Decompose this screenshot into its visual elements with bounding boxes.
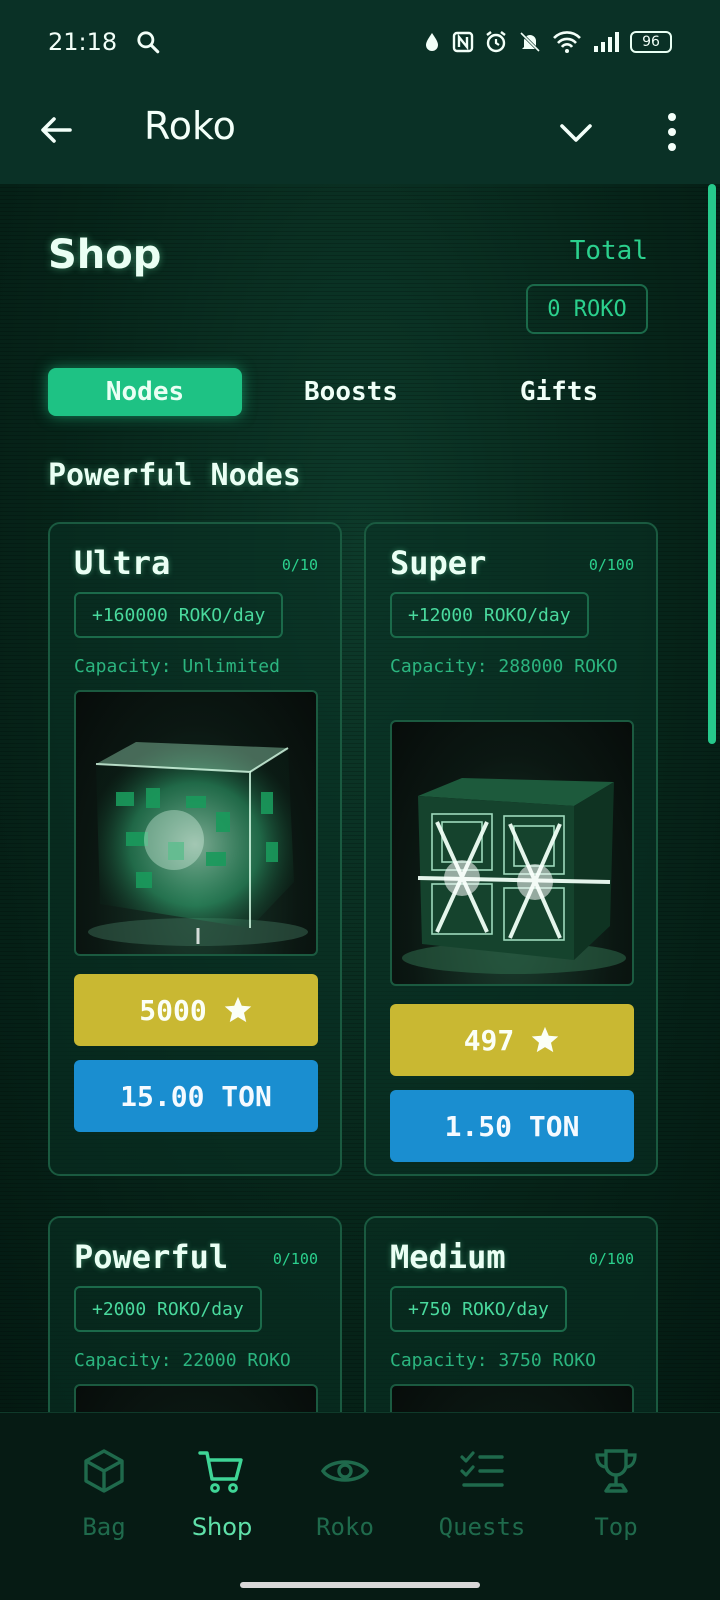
node-count: 0/100 xyxy=(272,1250,318,1268)
status-bar: 21:18 96 xyxy=(0,0,720,84)
tab-boosts[interactable]: Boosts xyxy=(254,368,448,416)
node-capacity: Capacity: 288000 ROKO xyxy=(390,656,618,677)
more-vert-icon[interactable] xyxy=(660,110,684,154)
battery-icon: 96 xyxy=(630,31,672,53)
buy-ton-button[interactable]: 1.50 TON xyxy=(390,1090,634,1162)
nav-item-quests[interactable]: Quests xyxy=(410,1413,554,1569)
wifi-icon xyxy=(553,31,581,53)
mute-icon xyxy=(519,31,541,53)
node-card-super: Super 0/100 +12000 ROKO/day Capacity: 28… xyxy=(364,522,658,1176)
node-rate: +12000 ROKO/day xyxy=(390,592,589,638)
node-count: 0/10 xyxy=(281,556,318,574)
tab-gifts[interactable]: Gifts xyxy=(462,368,656,416)
buy-stars-button[interactable]: 5000 xyxy=(74,974,318,1046)
gesture-bar xyxy=(0,1568,720,1600)
tab-nodes[interactable]: Nodes xyxy=(48,368,242,416)
node-card-medium: Medium 0/100 +750 ROKO/day Capacity: 375… xyxy=(364,1216,658,1412)
chevron-down-icon[interactable] xyxy=(556,112,596,152)
app-bar: Roko xyxy=(0,84,720,184)
node-image-ultra xyxy=(74,690,318,956)
star-icon xyxy=(224,996,251,1023)
node-card-ultra: Ultra 0/10 +160000 ROKO/day Capacity: Un… xyxy=(48,522,342,1176)
status-icons: 96 xyxy=(422,30,672,54)
cube-icon xyxy=(84,1449,124,1493)
app-title: Roko xyxy=(144,104,236,148)
signal-icon xyxy=(594,32,619,52)
node-image-powerful xyxy=(74,1384,318,1412)
node-capacity: Capacity: 3750 ROKO xyxy=(390,1350,596,1371)
battery-level: 96 xyxy=(642,34,660,50)
nav-label: Quests xyxy=(438,1513,526,1541)
eye-icon xyxy=(321,1460,369,1482)
node-rate: +750 ROKO/day xyxy=(390,1286,567,1332)
cart-icon xyxy=(198,1451,243,1493)
shop-content[interactable]: Shop Total 0 ROKO Nodes Boosts Gifts Pow… xyxy=(0,184,720,1412)
buy-ton-button[interactable]: 15.00 TON xyxy=(74,1060,318,1132)
nav-item-top[interactable]: Top xyxy=(544,1413,688,1569)
bottom-nav: Bag Shop Roko Quests Top xyxy=(0,1412,720,1568)
node-image-medium xyxy=(390,1384,634,1412)
stars-price: 5000 xyxy=(139,993,207,1027)
node-name: Powerful xyxy=(74,1238,229,1276)
checklist-icon xyxy=(460,1451,504,1487)
node-count: 0/100 xyxy=(588,1250,634,1268)
node-name: Medium xyxy=(390,1238,506,1276)
total-label: Total xyxy=(569,236,648,266)
node-count: 0/100 xyxy=(588,556,634,574)
tab-bar: Nodes Boosts Gifts xyxy=(48,368,664,416)
node-capacity: Capacity: Unlimited xyxy=(74,656,280,677)
section-title: Powerful Nodes xyxy=(48,458,301,493)
back-arrow-icon[interactable] xyxy=(36,110,76,150)
buy-stars-button[interactable]: 497 xyxy=(390,1004,634,1076)
data-saver-icon xyxy=(426,33,438,51)
scrollbar[interactable] xyxy=(708,184,716,744)
node-rate: +160000 ROKO/day xyxy=(74,592,284,638)
nav-label: Top xyxy=(594,1513,638,1541)
total-value: 0 ROKO xyxy=(526,284,648,334)
glass-cube-image xyxy=(88,742,308,946)
alarm-icon xyxy=(486,31,506,53)
nav-label: Roko xyxy=(316,1513,374,1541)
status-time: 21:18 xyxy=(48,28,118,56)
home-indicator[interactable] xyxy=(240,1582,480,1588)
page-title: Shop xyxy=(48,232,162,278)
node-name: Super xyxy=(390,544,487,582)
node-name: Ultra xyxy=(74,544,171,582)
trophy-icon xyxy=(595,1449,637,1493)
nav-item-roko[interactable]: Roko xyxy=(273,1413,417,1569)
node-capacity: Capacity: 22000 ROKO xyxy=(74,1350,291,1371)
node-card-powerful: Powerful 0/100 +2000 ROKO/day Capacity: … xyxy=(48,1216,342,1412)
search-icon xyxy=(137,31,160,54)
stars-price: 497 xyxy=(463,1023,515,1057)
node-image-super xyxy=(390,720,634,986)
node-rate: +2000 ROKO/day xyxy=(74,1286,262,1332)
nfc-icon xyxy=(452,31,474,53)
star-icon xyxy=(532,1026,559,1053)
glowing-cube-image xyxy=(402,778,626,974)
